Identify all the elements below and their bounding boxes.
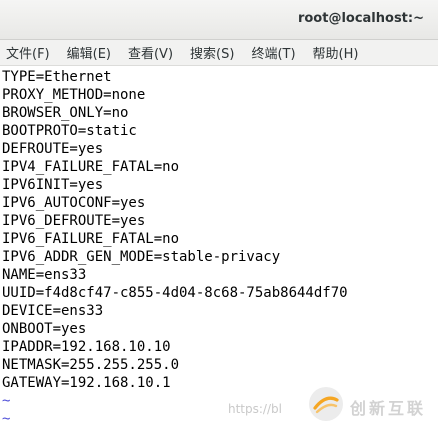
terminal-line: TYPE=Ethernet bbox=[2, 69, 112, 85]
watermark: https://bl 创新互联 bbox=[228, 384, 438, 424]
terminal-line: IPADDR=192.168.10.10 bbox=[2, 339, 171, 355]
terminal-lines: TYPE=Ethernet PROXY_METHOD=none BROWSER_… bbox=[2, 68, 348, 428]
terminal-line: IPV6_FAILURE_FATAL=no bbox=[2, 231, 180, 247]
menu-view[interactable]: 查看(V) bbox=[128, 43, 173, 62]
menu-help[interactable]: 帮助(H) bbox=[313, 43, 359, 62]
terminal-line: IPV6_AUTOCONF=yes bbox=[2, 195, 146, 211]
title-bar: root@localhost:~ bbox=[0, 0, 438, 40]
watermark-brand: 创新互联 bbox=[350, 399, 427, 418]
terminal-area[interactable]: TYPE=Ethernet PROXY_METHOD=none BROWSER_… bbox=[0, 66, 438, 428]
terminal-line: NAME=ens33 bbox=[2, 267, 87, 283]
terminal-line: ONBOOT=yes bbox=[2, 321, 87, 337]
watermark-url: https://bl bbox=[228, 402, 282, 416]
menu-terminal[interactable]: 终端(T) bbox=[251, 43, 295, 62]
terminal-line: BROWSER_ONLY=no bbox=[2, 105, 129, 121]
menu-file[interactable]: 文件(F) bbox=[6, 43, 50, 62]
window-title: root@localhost:~ bbox=[297, 11, 424, 26]
terminal-line: BOOTPROTO=static bbox=[2, 123, 137, 139]
terminal-line: DEFROUTE=yes bbox=[2, 141, 104, 157]
menu-search[interactable]: 搜索(S) bbox=[190, 43, 234, 62]
terminal-line: IPV6INIT=yes bbox=[2, 177, 104, 193]
terminal-line: IPV6_DEFROUTE=yes bbox=[2, 213, 146, 229]
terminal-line: PROXY_METHOD=none bbox=[2, 87, 146, 103]
menu-edit[interactable]: 编辑(E) bbox=[67, 43, 111, 62]
terminal-line: NETMASK=255.255.255.0 bbox=[2, 357, 180, 373]
terminal-line: IPV4_FAILURE_FATAL=no bbox=[2, 159, 180, 175]
terminal-line: DEVICE=ens33 bbox=[2, 303, 104, 319]
menu-bar: 文件(F) 编辑(E) 查看(V) 搜索(S) 终端(T) 帮助(H) bbox=[0, 40, 438, 66]
brand-logo-icon bbox=[309, 387, 343, 421]
terminal-line: UUID=f4d8cf47-c855-4d04-8c68-75ab8644df7… bbox=[2, 285, 348, 301]
terminal-line: IPV6_ADDR_GEN_MODE=stable-privacy bbox=[2, 249, 281, 265]
